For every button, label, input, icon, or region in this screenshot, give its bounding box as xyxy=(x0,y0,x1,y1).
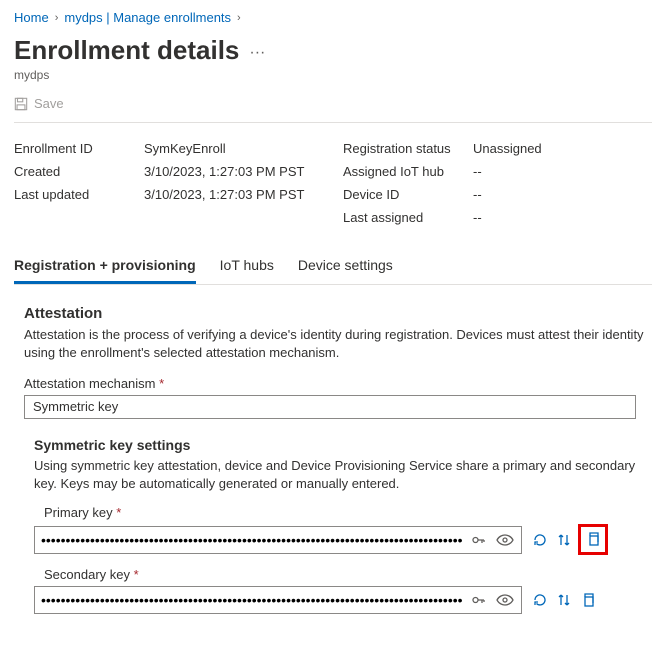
breadcrumb-home[interactable]: Home xyxy=(14,10,49,25)
primary-key-label: Primary key * xyxy=(24,505,652,520)
required-icon: * xyxy=(134,567,139,582)
registration-status-value: Unassigned xyxy=(473,141,542,156)
enrollment-id-label: Enrollment ID xyxy=(14,141,144,156)
tab-bar: Registration + provisioning IoT hubs Dev… xyxy=(14,247,652,285)
attestation-section: Attestation Attestation is the process o… xyxy=(14,305,652,615)
page-subtitle: mydps xyxy=(14,68,652,82)
details-grid: Enrollment ID SymKeyEnroll Created 3/10/… xyxy=(14,137,652,229)
symmetric-key-heading: Symmetric key settings xyxy=(24,437,652,453)
passkey-icon[interactable] xyxy=(469,590,489,610)
device-id-label: Device ID xyxy=(343,187,473,202)
breadcrumb: Home › mydps | Manage enrollments › xyxy=(14,8,652,33)
tab-iot-hubs[interactable]: IoT hubs xyxy=(220,247,274,284)
tab-registration[interactable]: Registration + provisioning xyxy=(14,247,196,284)
registration-status-label: Registration status xyxy=(343,141,473,156)
created-label: Created xyxy=(14,164,144,179)
last-updated-label: Last updated xyxy=(14,187,144,202)
regenerate-icon[interactable] xyxy=(530,530,550,550)
swap-icon[interactable] xyxy=(554,590,574,610)
toolbar: Save xyxy=(14,96,652,123)
attestation-mechanism-value: Symmetric key xyxy=(24,395,636,419)
assigned-iot-hub-label: Assigned IoT hub xyxy=(343,164,473,179)
attestation-mechanism-label: Attestation mechanism * xyxy=(24,376,652,391)
secondary-key-label: Secondary key * xyxy=(24,567,652,582)
save-button-label: Save xyxy=(34,96,64,111)
primary-key-field[interactable] xyxy=(34,526,522,554)
swap-icon[interactable] xyxy=(554,530,574,550)
primary-key-input[interactable] xyxy=(41,532,463,548)
enrollment-id-value: SymKeyEnroll xyxy=(144,141,226,156)
breadcrumb-mydps[interactable]: mydps | Manage enrollments xyxy=(64,10,231,25)
secondary-key-input[interactable] xyxy=(41,592,463,608)
copy-icon[interactable] xyxy=(578,590,598,610)
tab-device-settings[interactable]: Device settings xyxy=(298,247,393,284)
chevron-right-icon: › xyxy=(237,12,241,24)
created-value: 3/10/2023, 1:27:03 PM PST xyxy=(144,164,304,179)
attestation-desc: Attestation is the process of verifying … xyxy=(24,326,652,362)
reveal-icon[interactable] xyxy=(495,590,515,610)
device-id-value: -- xyxy=(473,187,482,202)
symmetric-key-desc: Using symmetric key attestation, device … xyxy=(24,457,652,493)
copy-icon[interactable] xyxy=(583,529,603,549)
symmetric-key-section: Symmetric key settings Using symmetric k… xyxy=(24,437,652,614)
secondary-key-field[interactable] xyxy=(34,586,522,614)
regenerate-icon[interactable] xyxy=(530,590,550,610)
last-assigned-label: Last assigned xyxy=(343,210,473,225)
more-actions-icon[interactable]: ··· xyxy=(249,44,265,62)
required-icon: * xyxy=(116,505,121,520)
reveal-icon[interactable] xyxy=(495,530,515,550)
save-button[interactable]: Save xyxy=(14,96,64,111)
save-icon xyxy=(14,97,28,111)
last-updated-value: 3/10/2023, 1:27:03 PM PST xyxy=(144,187,304,202)
assigned-iot-hub-value: -- xyxy=(473,164,482,179)
required-icon: * xyxy=(159,376,164,391)
chevron-right-icon: › xyxy=(55,12,59,24)
page-title: Enrollment details xyxy=(14,35,239,66)
attestation-heading: Attestation xyxy=(24,305,652,322)
last-assigned-value: -- xyxy=(473,210,482,225)
passkey-icon[interactable] xyxy=(469,530,489,550)
copy-highlight-box xyxy=(578,524,608,555)
